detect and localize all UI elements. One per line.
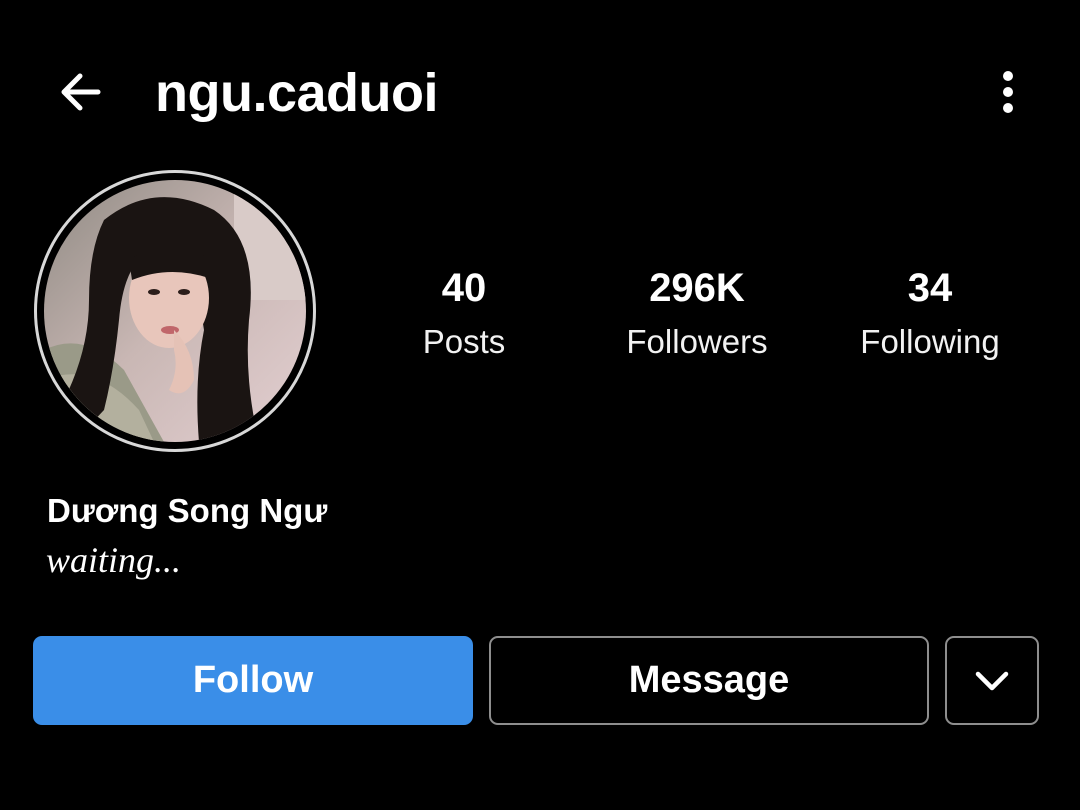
profile-username: ngu.caduoi — [155, 63, 438, 123]
avatar — [44, 180, 306, 442]
arrow-left-icon — [61, 73, 101, 111]
back-button[interactable] — [50, 62, 110, 122]
following-label: Following — [860, 323, 1000, 360]
display-name: Dương Song Ngư — [47, 492, 328, 529]
posts-count: 40 — [441, 266, 487, 310]
vertical-dots-icon — [1003, 71, 1013, 113]
following-count: 34 — [907, 266, 953, 310]
stat-followers[interactable]: 296K Followers — [582, 262, 812, 370]
profile-header: ngu.caduoi — [0, 0, 1080, 185]
followers-count: 296K — [649, 266, 745, 310]
follow-button[interactable]: Follow — [33, 636, 473, 725]
stat-following[interactable]: 34 Following — [815, 262, 1045, 370]
bio-text: waiting... — [46, 540, 182, 580]
suggested-accounts-button[interactable] — [945, 636, 1039, 725]
followers-label: Followers — [626, 323, 768, 360]
stat-posts[interactable]: 40 Posts — [349, 262, 579, 370]
more-options-button[interactable] — [985, 62, 1031, 122]
avatar-ring[interactable] — [34, 170, 316, 452]
message-button[interactable]: Message — [489, 636, 929, 725]
chevron-down-icon — [975, 671, 1009, 690]
profile-photo — [44, 180, 306, 442]
posts-label: Posts — [422, 323, 506, 360]
